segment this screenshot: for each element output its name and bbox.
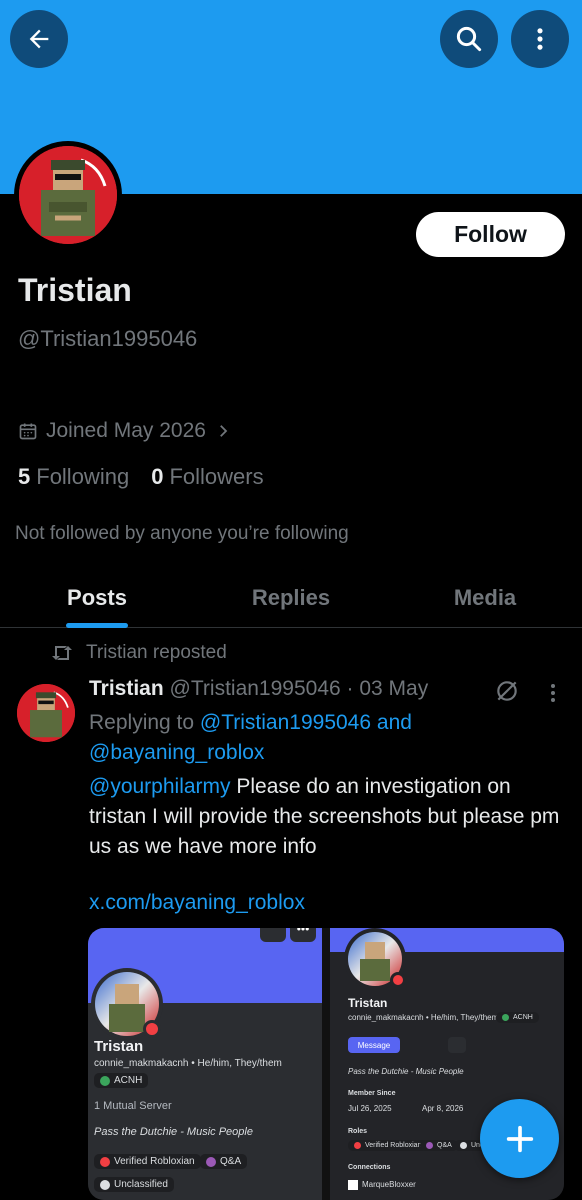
followers-link[interactable]: 0 Followers <box>151 464 263 490</box>
discord-member-since-server: Apr 8, 2026 <box>422 1104 464 1113</box>
joined-text: Joined May 2026 <box>46 419 206 442</box>
discord-name: Tristan <box>94 1038 144 1055</box>
follow-button[interactable]: Follow <box>416 212 565 257</box>
grok-icon[interactable] <box>494 678 520 704</box>
leaf-icon <box>502 1014 509 1021</box>
discord-message-button: Message <box>348 1037 400 1053</box>
message-label: Message <box>357 1040 391 1050</box>
post-date[interactable]: 03 May <box>359 677 428 700</box>
tab-replies-label: Replies <box>251 584 331 610</box>
mention-link[interactable]: @yourphilarmy <box>89 775 231 798</box>
replying-user-link[interactable]: @bayaning_roblox <box>89 741 264 764</box>
post-author-name[interactable]: Tristian <box>89 677 164 700</box>
post-text: @yourphilarmy Please do an investigation… <box>89 772 569 862</box>
discord-subline: connie_makmakacnh • He/him, They/them <box>94 1058 282 1069</box>
arrow-left-icon <box>29 29 49 49</box>
role-label: Q&A <box>437 1142 452 1149</box>
discord-tag-label: ACNH <box>513 1014 533 1021</box>
tab-media-label: Media <box>453 584 517 610</box>
leaf-icon <box>100 1075 110 1086</box>
discord-more-icon: ••• <box>290 928 316 942</box>
avatar-image <box>19 146 117 244</box>
chevron-right-icon <box>220 425 228 437</box>
post-avatar[interactable] <box>17 684 75 742</box>
joined-date[interactable]: Joined May 2026 <box>18 419 232 443</box>
following-count: 5 <box>18 464 31 489</box>
discord-role: Verified Robloxian <box>348 1140 428 1151</box>
discord-roles-label: Roles <box>348 1128 368 1135</box>
connection-label: MarqueBloxxer <box>362 1180 416 1190</box>
profile-avatar[interactable] <box>14 141 122 249</box>
role-label: Unclassified <box>114 1179 168 1190</box>
discord-avatar <box>344 928 406 990</box>
replying-user-link[interactable]: @Tristian1995046 <box>200 711 371 734</box>
post-header: Tristian @Tristian1995046 · 03 May <box>89 677 428 701</box>
discord-connection: MarqueBloxxer <box>348 1180 416 1190</box>
active-tab-indicator <box>66 623 128 628</box>
discord-role: Verified Robloxian <box>94 1154 201 1169</box>
not-followed-text: Not followed by anyone you’re following <box>15 523 349 544</box>
calendar-icon <box>19 423 37 440</box>
compose-button[interactable] <box>480 1099 559 1178</box>
following-link[interactable]: 5 Following <box>18 464 129 490</box>
discord-connections-label: Connections <box>348 1164 391 1171</box>
post-author-handle[interactable]: @Tristian1995046 <box>170 677 341 700</box>
tab-media[interactable]: Media <box>388 568 582 627</box>
repost-icon <box>52 646 72 660</box>
search-button[interactable] <box>440 10 498 68</box>
search-icon <box>456 26 482 52</box>
tab-replies[interactable]: Replies <box>194 568 388 627</box>
roblox-icon <box>348 1180 358 1190</box>
discord-name: Tristan <box>348 996 388 1010</box>
discord-role: Q&A <box>420 1140 458 1151</box>
profile-handle: @Tristian1995046 <box>18 326 198 351</box>
discord-subline: connie_makmakacnh • He/him, They/them <box>348 1013 499 1022</box>
dnd-status-icon <box>143 1020 161 1038</box>
repost-indicator: Tristian reposted <box>50 642 227 664</box>
profile-tabs: Posts Replies Media <box>0 568 582 628</box>
discord-tag-label: ACNH <box>114 1075 143 1086</box>
discord-status: Pass the Dutchie - Music People <box>94 1126 253 1138</box>
role-label: Verified Robloxian <box>365 1142 422 1149</box>
post-separator: · <box>346 677 360 700</box>
plus-icon <box>506 1125 533 1152</box>
more-options-button[interactable] <box>511 10 569 68</box>
discord-role: Unclassified <box>94 1177 174 1192</box>
tab-posts-label: Posts <box>67 584 127 610</box>
discord-badge-icon <box>260 928 286 942</box>
profile-name: Tristian <box>18 272 132 308</box>
dnd-status-icon <box>390 972 406 988</box>
discord-member-since-label: Member Since <box>348 1090 396 1097</box>
discord-status: Pass the Dutchie - Music People <box>348 1067 464 1076</box>
discord-tag: ACNH <box>94 1073 149 1088</box>
discord-mutual: 1 Mutual Server <box>94 1100 172 1112</box>
discord-more-icon <box>448 1037 466 1053</box>
follow-stats: 5 Following 0 Followers <box>18 464 264 490</box>
repost-label: Tristian reposted <box>86 642 227 663</box>
post-more-icon[interactable] <box>543 680 563 706</box>
replying-prefix: Replying to <box>89 711 195 734</box>
followers-count: 0 <box>151 464 164 489</box>
replying-and[interactable]: and <box>377 711 412 734</box>
post-url-link[interactable]: x.com/bayaning_roblox <box>89 891 305 915</box>
discord-role: Q&A <box>200 1154 248 1169</box>
replying-to: Replying to @Tristian1995046 and @bayani… <box>89 708 559 768</box>
role-label: Verified Robloxian <box>114 1156 195 1167</box>
back-button[interactable] <box>10 10 68 68</box>
more-vertical-icon <box>537 28 543 50</box>
discord-tag: ACNH <box>496 1012 539 1023</box>
discord-member-since-date: Jul 26, 2025 <box>348 1104 392 1113</box>
role-label: Q&A <box>220 1156 242 1167</box>
following-label: Following <box>36 464 130 489</box>
media-image-left[interactable]: ••• Tristan connie_makmakacnh • He/him, … <box>88 928 322 1200</box>
discord-avatar <box>91 968 163 1040</box>
followers-label: Followers <box>169 464 264 489</box>
tab-posts[interactable]: Posts <box>0 568 194 628</box>
